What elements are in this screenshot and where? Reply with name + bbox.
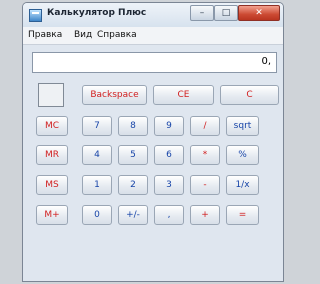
percent-button[interactable]: % [226, 145, 259, 165]
memory-add-button[interactable]: M+ [36, 205, 68, 225]
maximize-icon: □ [221, 8, 231, 18]
digit-6-button[interactable]: 6 [154, 145, 184, 165]
calculator-display: 0, [32, 52, 277, 73]
digit-3-button[interactable]: 3 [154, 175, 184, 195]
close-icon: ✕ [255, 8, 263, 18]
calculator-window: Калькулятор Плюс – □ ✕ Правка Вид Справк… [22, 2, 284, 282]
memory-clear-button[interactable]: MC [36, 116, 68, 136]
digit-8-button[interactable]: 8 [118, 116, 148, 136]
digit-5-button[interactable]: 5 [118, 145, 148, 165]
memory-indicator [38, 83, 64, 107]
clear-entry-button[interactable]: CE [153, 85, 214, 105]
menu-help[interactable]: Справка [97, 30, 137, 40]
subtract-button[interactable]: - [190, 175, 220, 195]
sqrt-button[interactable]: sqrt [226, 116, 259, 136]
digit-9-button[interactable]: 9 [154, 116, 184, 136]
menu-view[interactable]: Вид [74, 30, 92, 40]
close-button[interactable]: ✕ [238, 5, 280, 21]
maximize-button[interactable]: □ [214, 5, 238, 21]
minimize-icon: – [199, 8, 205, 18]
digit-4-button[interactable]: 4 [82, 145, 112, 165]
digit-2-button[interactable]: 2 [118, 175, 148, 195]
digit-0-button[interactable]: 0 [82, 205, 112, 225]
sign-toggle-button[interactable]: +/- [118, 205, 148, 225]
decimal-button[interactable]: , [154, 205, 184, 225]
window-title: Калькулятор Плюс [47, 8, 147, 18]
digit-1-button[interactable]: 1 [82, 175, 112, 195]
calculator-app-icon [29, 9, 42, 22]
menu-edit[interactable]: Правка [28, 30, 62, 40]
minimize-button[interactable]: – [190, 5, 214, 21]
memory-recall-button[interactable]: MR [36, 145, 68, 165]
multiply-button[interactable]: * [190, 145, 220, 165]
display-value: 0, [261, 56, 271, 67]
backspace-button[interactable]: Backspace [82, 85, 147, 105]
menu-bar: Правка Вид Справка [23, 27, 283, 45]
digit-7-button[interactable]: 7 [82, 116, 112, 136]
clear-button[interactable]: C [220, 85, 279, 105]
title-bar[interactable]: Калькулятор Плюс – □ ✕ [23, 3, 283, 28]
divide-button[interactable]: / [190, 116, 220, 136]
add-button[interactable]: + [190, 205, 220, 225]
equals-button[interactable]: = [226, 205, 259, 225]
reciprocal-button[interactable]: 1/x [226, 175, 259, 195]
memory-store-button[interactable]: MS [36, 175, 68, 195]
